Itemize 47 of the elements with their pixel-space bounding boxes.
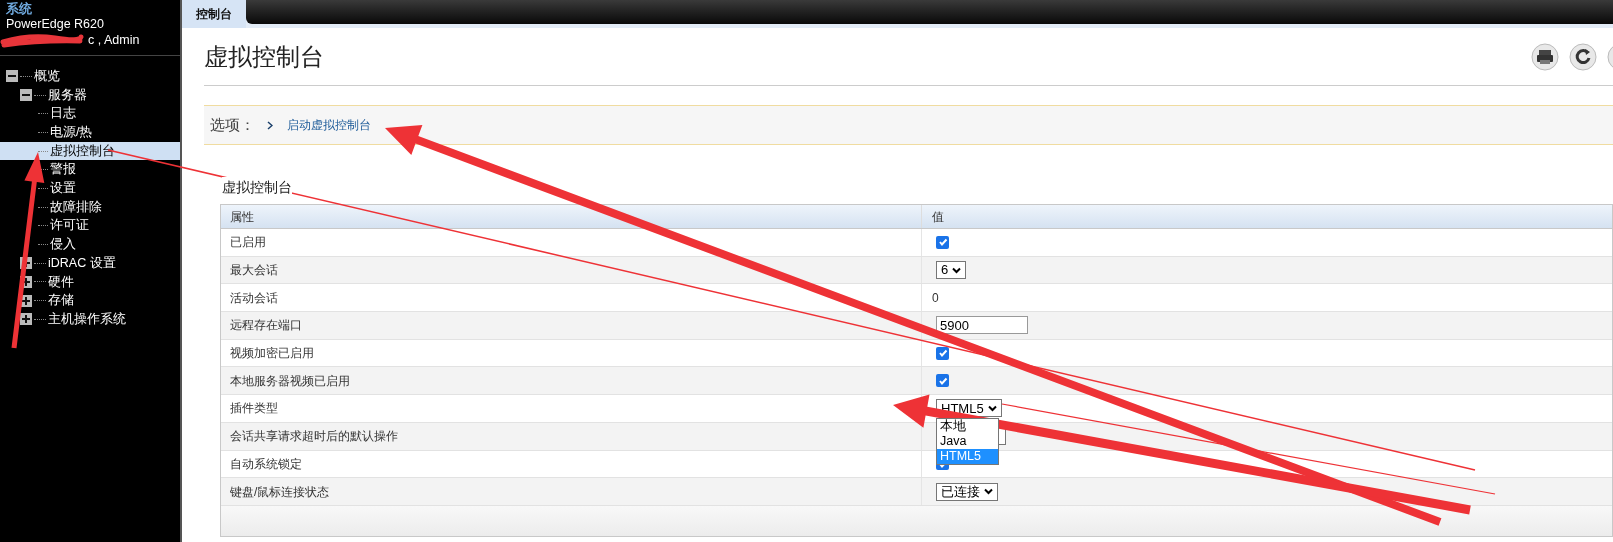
table-cell-text: 远程存在端口 [229,317,303,335]
table-cell-text: 视频加密已启用 [229,345,315,363]
checkbox[interactable] [936,346,949,360]
tree-item[interactable]: 许可证 [0,216,180,236]
refresh-icon[interactable] [1569,42,1597,71]
input-field[interactable]: 5900 [936,316,1028,335]
table-cell-text: 本地服务器视频已启用 [229,372,351,390]
tree-item[interactable]: 虚拟控制台 [0,141,180,161]
launch-link[interactable]: 启动虚拟控制台 [287,116,371,134]
select-field[interactable]: 已连接 [936,482,998,501]
collapse-icon[interactable] [20,89,32,102]
table-cell-text: 活动会话 [229,289,279,307]
checkbox[interactable] [936,235,949,249]
caret-icon [952,266,962,274]
caret-icon [987,404,997,412]
tree-item[interactable]: 主机操作系统 [0,309,180,329]
tree-item[interactable]: 故障排除 [0,197,180,217]
tree-item[interactable]: 设置 [0,179,180,198]
table-cell-text: 0 [932,289,939,307]
tree-item[interactable]: 服务器 [0,85,180,105]
dropdown-option[interactable]: Java [937,434,998,450]
table-cell-text: 最大会话 [229,262,279,280]
select-field[interactable]: 6 [936,261,967,280]
print-icon[interactable] [1531,42,1559,71]
table-cell-text: 会话共享请求超时后的默认操作 [229,428,399,446]
server-model: PowerEdge R620 [6,17,105,32]
page-title: 虚拟控制台 [204,41,324,72]
collapse-icon[interactable] [6,70,18,83]
table-cell-text: 键盘/鼠标连接状态 [229,483,331,501]
user-name: c , Admin [88,32,140,48]
checkbox[interactable] [936,374,949,388]
column-header: 值 [921,205,1612,228]
expand-icon[interactable] [20,313,32,326]
options-label: 选项： [210,114,255,135]
tree-item[interactable]: 侵入 [0,235,180,254]
table-cell-text: 自动系统锁定 [229,455,303,473]
tab[interactable]: 控制台 [182,0,246,28]
dropdown-option[interactable]: 本地 [937,419,998,435]
tree-item[interactable]: 日志 [0,104,180,124]
system-label: 系统 [6,2,33,17]
tree-item[interactable]: 概览 [0,67,180,86]
table-cell-text: 插件类型 [229,400,279,418]
column-header: 属性 [229,208,255,226]
caret-icon [984,488,993,496]
table-cell-text: 已启用 [229,234,267,252]
chevron-icon [267,120,273,130]
tree-item[interactable]: 电源/热 [0,123,180,142]
